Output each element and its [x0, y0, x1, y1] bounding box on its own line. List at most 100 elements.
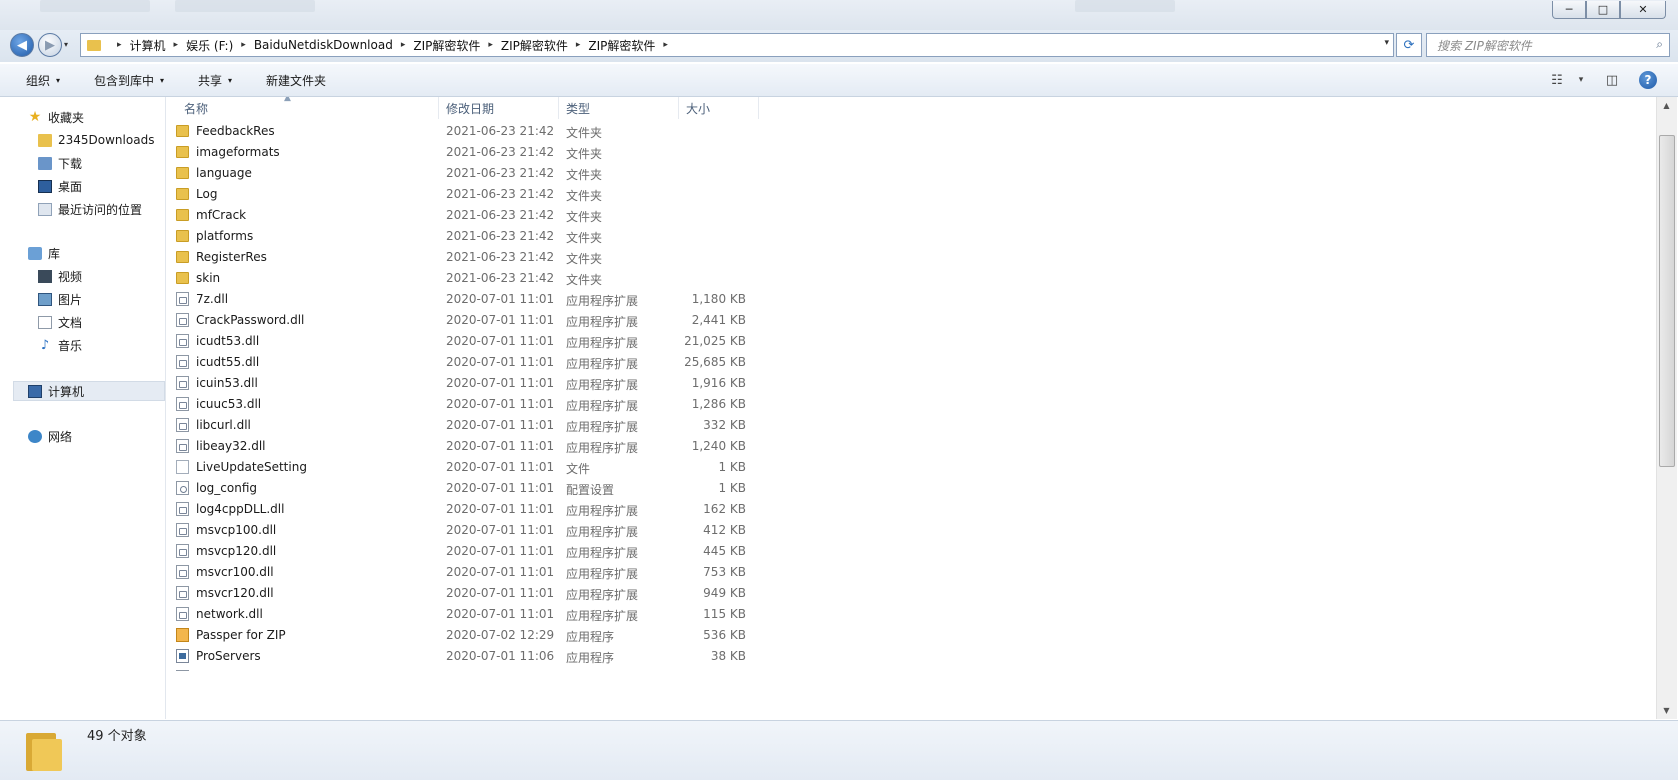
dll-file-icon [176, 376, 189, 390]
column-header-size[interactable]: 大小 [686, 100, 710, 117]
scroll-up-button[interactable]: ▲ [1657, 97, 1676, 114]
maximize-button[interactable]: □ [1586, 1, 1620, 19]
sidebar-item-music[interactable]: ♪ 音乐 [38, 335, 82, 355]
breadcrumb-zip-folder-1[interactable]: ZIP解密软件 [413, 37, 480, 54]
close-button[interactable]: ✕ [1620, 1, 1666, 19]
sidebar-item-documents[interactable]: 文档 [38, 312, 82, 332]
view-dropdown-icon[interactable]: ▾ [1570, 70, 1592, 90]
file-date: 2020-07-02 12:29 [446, 628, 555, 642]
file-name: LiveUpdateSetting [196, 460, 307, 474]
file-type: 应用程序扩展 [566, 588, 639, 602]
column-divider[interactable] [678, 97, 679, 119]
sidebar-item-network[interactable]: 网络 [28, 426, 72, 446]
table-row[interactable]: 7z.dll 2020-07-01 11:01 应用程序扩展 1,180 KB [166, 289, 1646, 309]
sidebar-item-pictures[interactable]: 图片 [38, 289, 82, 309]
table-row[interactable]: msvcr120.dll 2020-07-01 11:01 应用程序扩展 949 KB [166, 583, 1646, 603]
file-type: 应用程序扩展 [566, 441, 639, 455]
command-bar: 组织 ▾ 包含到库中 ▾ 共享 ▾ 新建文件夹 ☷ ▾ ◫ ? [0, 64, 1678, 97]
table-row[interactable]: network.dll 2020-07-01 11:01 应用程序扩展 115 KB [166, 604, 1646, 624]
column-divider[interactable] [758, 97, 759, 119]
forward-button[interactable]: ▶ [38, 33, 62, 57]
table-row[interactable]: Qt5Core.dll 2020-07-01 11:01 应用程序扩展 3,993 K… [166, 667, 1646, 671]
breadcrumb-baidu-download[interactable]: BaiduNetdiskDownload [254, 38, 393, 52]
table-row[interactable]: icuin53.dll 2020-07-01 11:01 应用程序扩展 1,916 K… [166, 373, 1646, 393]
table-row[interactable]: msvcp120.dll 2020-07-01 11:01 应用程序扩展 445 KB [166, 541, 1646, 561]
column-header-type[interactable]: 类型 [566, 100, 590, 117]
back-button[interactable]: ◀ [10, 33, 34, 57]
table-row[interactable]: RegisterRes 2021-06-23 21:42 文件夹 [166, 247, 1646, 267]
view-options-icon[interactable]: ☷ [1546, 70, 1568, 90]
background-window-ghost [40, 0, 150, 12]
sidebar-favorites[interactable]: ★ 收藏夹 [28, 107, 84, 127]
breadcrumb-separator-icon[interactable]: ▸ [174, 40, 179, 50]
file-type: 应用程序扩展 [566, 609, 639, 623]
file-date: 2020-07-01 11:01 [446, 607, 555, 621]
desktop-icon [38, 179, 52, 193]
preview-pane-icon[interactable]: ◫ [1601, 70, 1623, 90]
breadcrumb-drive[interactable]: 娱乐 (F:) [186, 37, 233, 54]
address-bar[interactable]: ▸ 计算机 ▸ 娱乐 (F:) ▸ BaiduNetdiskDownload ▸… [80, 33, 1394, 57]
sidebar-item-computer[interactable]: 计算机 [13, 381, 165, 401]
table-row[interactable]: platforms 2021-06-23 21:42 文件夹 [166, 226, 1646, 246]
breadcrumb-separator-icon[interactable]: ▸ [117, 40, 122, 50]
breadcrumb-separator-icon[interactable]: ▸ [401, 40, 406, 50]
table-row[interactable]: log_config 2020-07-01 11:01 配置设置 1 KB [166, 478, 1646, 498]
table-row[interactable]: LiveUpdateSetting 2020-07-01 11:01 文件 1 KB [166, 457, 1646, 477]
organize-menu[interactable]: 组织 ▾ [26, 72, 60, 89]
search-icon[interactable]: ⌕ [1656, 37, 1663, 52]
table-row[interactable]: language 2021-06-23 21:42 文件夹 [166, 163, 1646, 183]
table-row[interactable]: log4cppDLL.dll 2020-07-01 11:01 应用程序扩展 162 … [166, 499, 1646, 519]
breadcrumb-separator-icon[interactable]: ▸ [663, 40, 668, 50]
table-row[interactable]: icuuc53.dll 2020-07-01 11:01 应用程序扩展 1,286 K… [166, 394, 1646, 414]
file-type: 应用程序 [566, 651, 615, 665]
background-window-ghost [1075, 0, 1175, 12]
sidebar-libraries[interactable]: 库 [28, 243, 60, 263]
sidebar-item-label: 文档 [58, 315, 83, 330]
table-row[interactable]: Log 2021-06-23 21:42 文件夹 [166, 184, 1646, 204]
new-folder-button[interactable]: 新建文件夹 [266, 72, 326, 89]
column-header-name[interactable]: 名称 [184, 100, 208, 117]
column-header-date[interactable]: 修改日期 [446, 100, 494, 117]
include-in-library-menu[interactable]: 包含到库中 ▾ [94, 72, 164, 89]
sidebar-item-videos[interactable]: 视频 [38, 266, 82, 286]
column-divider[interactable] [558, 97, 559, 119]
table-row[interactable]: libeay32.dll 2020-07-01 11:01 应用程序扩展 1,240 … [166, 436, 1646, 456]
scroll-down-button[interactable]: ▼ [1657, 702, 1676, 719]
sidebar-item-downloads[interactable]: 下载 [38, 153, 82, 173]
table-row[interactable]: icudt53.dll 2020-07-01 11:01 应用程序扩展 21,025 … [166, 331, 1646, 351]
table-row[interactable]: ProServers 2020-07-01 11:06 应用程序 38 KB [166, 646, 1646, 666]
breadcrumb-computer[interactable]: 计算机 [130, 37, 166, 54]
search-box[interactable]: ⌕ [1426, 33, 1670, 57]
sidebar-item-desktop[interactable]: 桌面 [38, 176, 82, 196]
table-row[interactable]: Passper for ZIP 2020-07-02 12:29 应用程序 536 K… [166, 625, 1646, 645]
table-row[interactable]: msvcp100.dll 2020-07-01 11:01 应用程序扩展 412 KB [166, 520, 1646, 540]
scrollbar-thumb[interactable] [1659, 135, 1675, 467]
breadcrumb-zip-folder-2[interactable]: ZIP解密软件 [501, 37, 568, 54]
breadcrumb-separator-icon[interactable]: ▸ [241, 40, 246, 50]
table-row[interactable]: CrackPassword.dll 2020-07-01 11:01 应用程序扩展 2… [166, 310, 1646, 330]
vertical-scrollbar[interactable]: ▲ ▼ [1656, 97, 1677, 719]
file-type: 文件夹 [566, 252, 603, 266]
column-divider[interactable] [438, 97, 439, 119]
search-input[interactable] [1435, 35, 1639, 57]
table-row[interactable]: mfCrack 2021-06-23 21:42 文件夹 [166, 205, 1646, 225]
table-row[interactable]: libcurl.dll 2020-07-01 11:01 应用程序扩展 332 KB [166, 415, 1646, 435]
address-dropdown-icon[interactable]: ▾ [1384, 38, 1389, 48]
history-dropdown-icon[interactable]: ▾ [64, 40, 68, 49]
breadcrumb-separator-icon[interactable]: ▸ [576, 40, 581, 50]
help-button[interactable]: ? [1637, 70, 1659, 90]
sidebar-item-2345downloads[interactable]: 2345Downloads [38, 130, 154, 150]
sidebar-item-recent-places[interactable]: 最近访问的位置 [38, 199, 142, 219]
breadcrumb-zip-folder-3[interactable]: ZIP解密软件 [588, 37, 655, 54]
refresh-button[interactable]: ⟳ [1396, 33, 1422, 57]
download-folder-icon [38, 156, 52, 170]
minimize-button[interactable]: ─ [1552, 1, 1586, 19]
table-row[interactable]: icudt55.dll 2020-07-01 11:01 应用程序扩展 25,685 … [166, 352, 1646, 372]
share-menu[interactable]: 共享 ▾ [198, 72, 232, 89]
table-row[interactable]: imageformats 2021-06-23 21:42 文件夹 [166, 142, 1646, 162]
table-row[interactable]: msvcr100.dll 2020-07-01 11:01 应用程序扩展 753 KB [166, 562, 1646, 582]
table-row[interactable]: FeedbackRes 2021-06-23 21:42 文件夹 [166, 121, 1646, 141]
breadcrumb-separator-icon[interactable]: ▸ [488, 40, 493, 50]
table-row[interactable]: skin 2021-06-23 21:42 文件夹 [166, 268, 1646, 288]
sidebar-item-label: 视频 [58, 269, 83, 284]
